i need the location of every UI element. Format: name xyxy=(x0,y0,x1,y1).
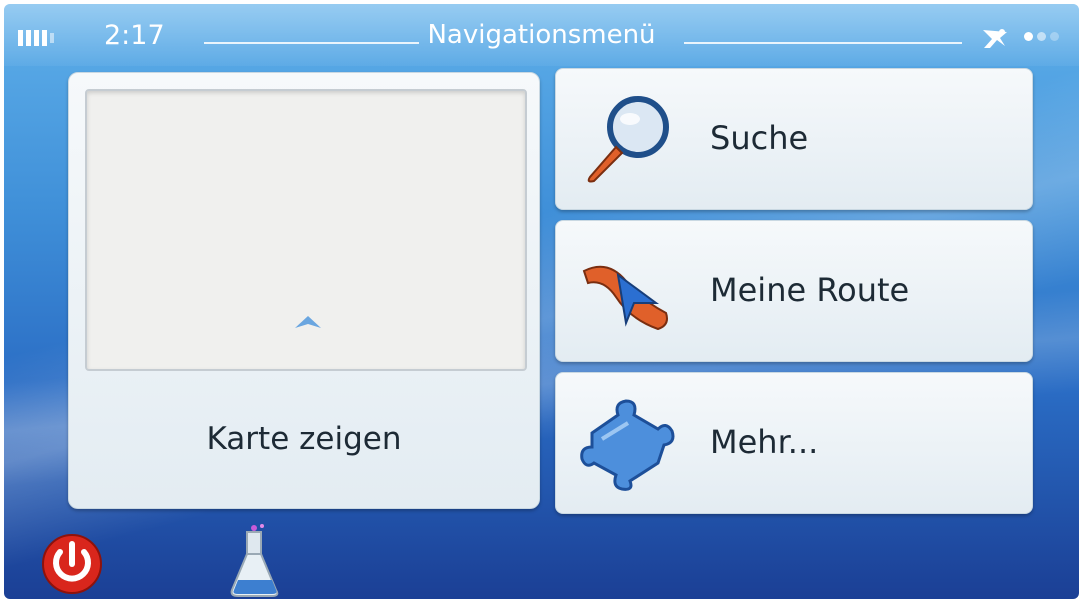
nav-screen: 2:17 Navigationsmenü Karte zeigen Suche xyxy=(4,4,1079,599)
search-button[interactable]: Suche xyxy=(555,68,1033,210)
more-button[interactable]: Mehr... xyxy=(555,372,1033,514)
show-map-label: Karte zeigen xyxy=(206,421,402,457)
position-arrow-icon xyxy=(295,316,321,328)
show-map-button[interactable]: Karte zeigen xyxy=(68,72,540,509)
search-label: Suche xyxy=(710,119,809,157)
my-route-button[interactable]: Meine Route xyxy=(555,220,1033,362)
puzzle-icon xyxy=(580,399,675,491)
signal-dots xyxy=(1024,32,1059,41)
power-icon[interactable] xyxy=(40,532,104,596)
my-route-label: Meine Route xyxy=(710,271,910,309)
route-icon xyxy=(582,265,668,331)
flask-icon[interactable] xyxy=(226,524,284,599)
page-title: Navigationsmenü xyxy=(427,20,656,50)
map-preview xyxy=(85,89,527,371)
status-bar: 2:17 Navigationsmenü xyxy=(4,4,1079,66)
satellite-icon[interactable] xyxy=(980,26,1010,52)
more-label: Mehr... xyxy=(710,423,819,461)
title-divider-right xyxy=(684,42,962,44)
magnifier-icon xyxy=(587,96,669,183)
